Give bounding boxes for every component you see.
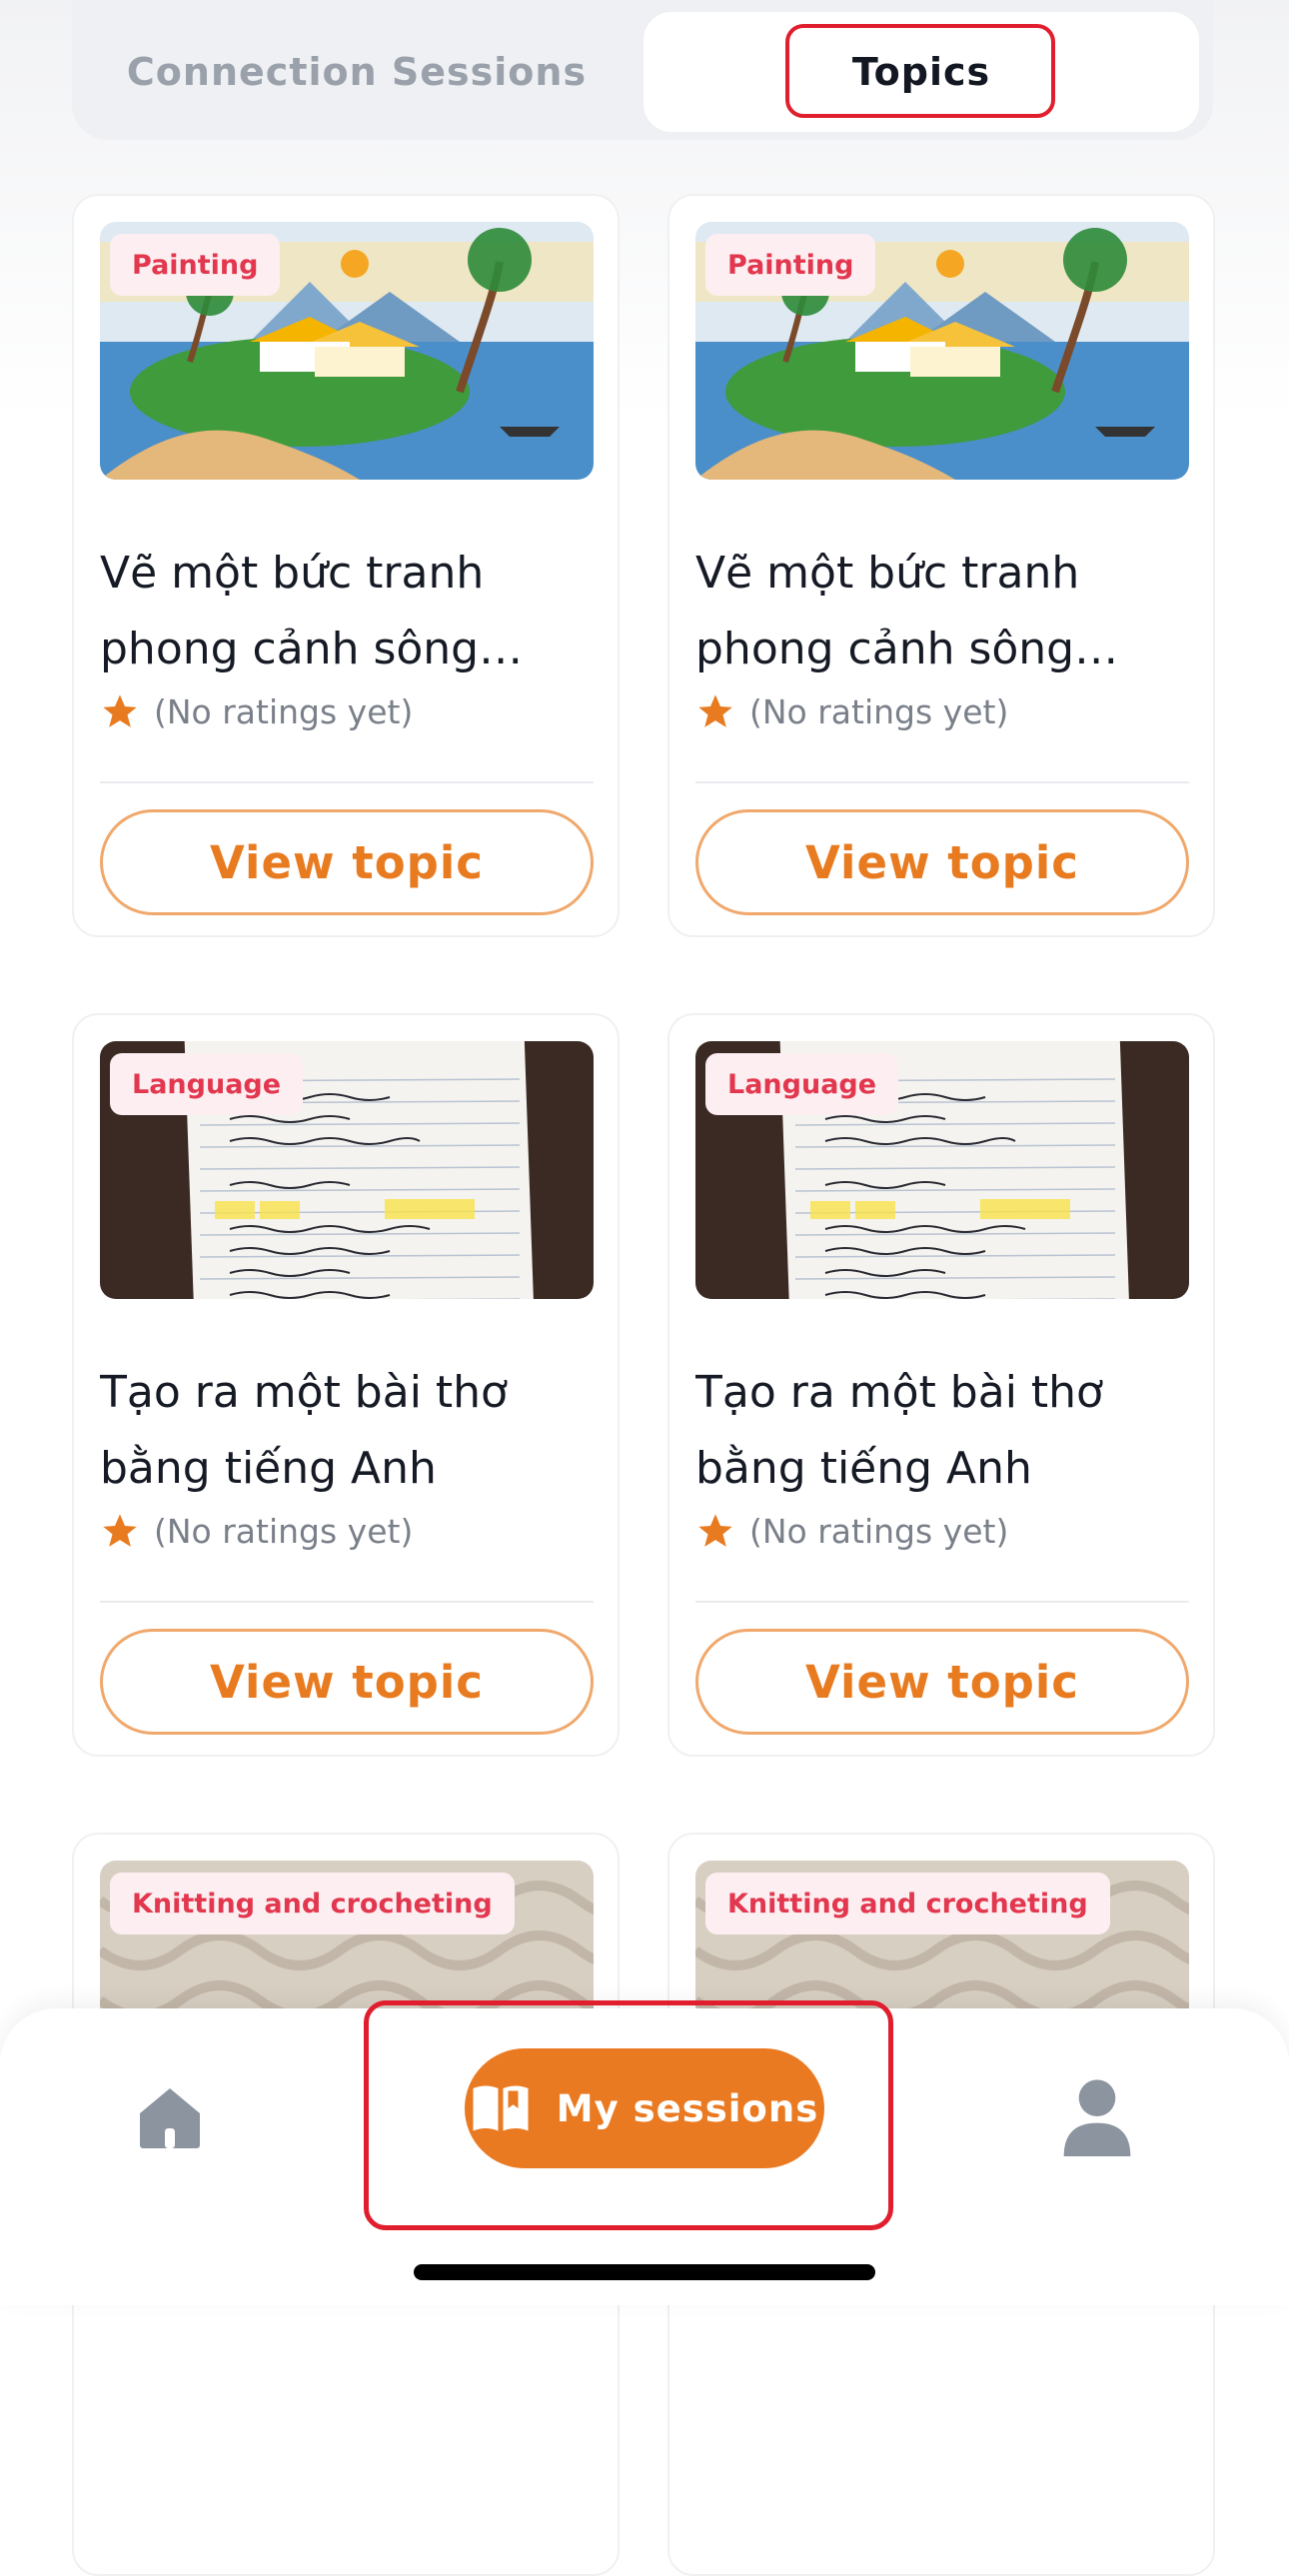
rating-text: (No ratings yet) xyxy=(154,691,414,731)
category-badge: Knitting and crocheting xyxy=(705,1873,1110,1934)
divider xyxy=(695,781,1189,783)
topic-card: Language Tạo ra một bài thơ bằng tiếng A… xyxy=(72,1013,620,1757)
topic-title[interactable]: Vẽ một bức tranh phong cảnh sông nước xyxy=(100,536,594,687)
topics-tab-highlight-box xyxy=(785,24,1055,118)
star-icon xyxy=(698,1514,732,1547)
divider xyxy=(695,1601,1189,1603)
topic-image[interactable]: Language xyxy=(695,1041,1189,1299)
star-icon xyxy=(103,694,137,727)
topic-card: Painting Vẽ một bức tranh phong cảnh sôn… xyxy=(667,194,1215,937)
my-sessions-highlight-box xyxy=(364,2000,893,2230)
rating-row: (No ratings yet) xyxy=(695,1511,1008,1551)
rating-row: (No ratings yet) xyxy=(100,1511,413,1551)
view-topic-button[interactable]: View topic xyxy=(100,809,594,915)
topic-title[interactable]: Tạo ra một bài thơ bằng tiếng Anh xyxy=(100,1355,594,1507)
topic-title[interactable]: Tạo ra một bài thơ bằng tiếng Anh xyxy=(695,1355,1189,1507)
star-icon xyxy=(103,1514,137,1547)
divider xyxy=(100,1601,594,1603)
topic-card: Painting Vẽ một bức tranh phong cảnh sôn… xyxy=(72,194,620,937)
topic-image[interactable]: Language xyxy=(100,1041,594,1299)
topic-image[interactable]: Painting xyxy=(695,222,1189,480)
category-badge: Language xyxy=(110,1053,304,1115)
bottom-navigation: My sessions xyxy=(0,2000,1289,2305)
rating-row: (No ratings yet) xyxy=(100,691,413,731)
view-topic-button[interactable]: View topic xyxy=(100,1629,594,1735)
category-badge: Language xyxy=(705,1053,899,1115)
category-badge: Painting xyxy=(110,234,281,296)
category-badge: Painting xyxy=(705,234,876,296)
rating-text: (No ratings yet) xyxy=(749,691,1009,731)
tab-connection-sessions[interactable]: Connection Sessions xyxy=(72,12,642,132)
category-badge: Knitting and crocheting xyxy=(110,1873,515,1934)
divider xyxy=(100,781,594,783)
home-icon[interactable] xyxy=(130,2078,210,2158)
rating-text: (No ratings yet) xyxy=(749,1511,1009,1551)
topic-card: Language Tạo ra một bài thơ bằng tiếng A… xyxy=(667,1013,1215,1757)
home-indicator xyxy=(414,2264,875,2280)
view-topic-button[interactable]: View topic xyxy=(695,1629,1189,1735)
rating-text: (No ratings yet) xyxy=(154,1511,414,1551)
star-icon xyxy=(698,694,732,727)
view-topic-button[interactable]: View topic xyxy=(695,809,1189,915)
topic-title[interactable]: Vẽ một bức tranh phong cảnh sông nước xyxy=(695,536,1189,687)
person-icon[interactable] xyxy=(1063,2076,1131,2156)
topic-image[interactable]: Painting xyxy=(100,222,594,480)
rating-row: (No ratings yet) xyxy=(695,691,1008,731)
